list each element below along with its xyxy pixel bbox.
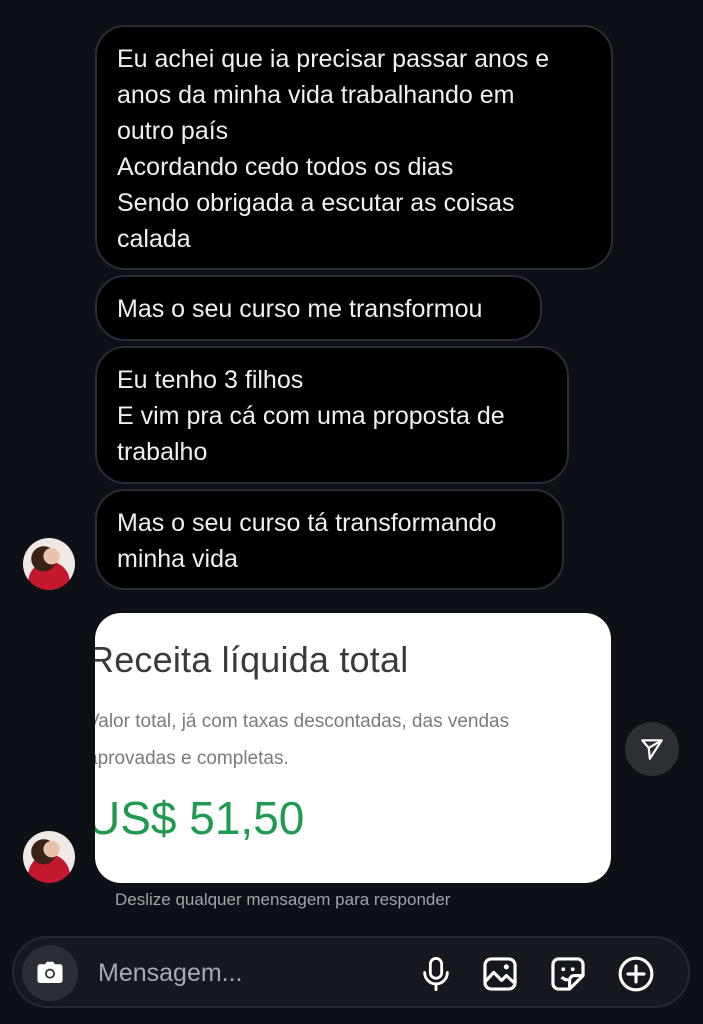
image-value: US$ 51,50 xyxy=(95,792,305,844)
avatar[interactable] xyxy=(23,831,75,883)
plus-circle-icon xyxy=(618,956,654,992)
message-text: calada xyxy=(117,225,191,253)
message-text: Mas o seu curso tá transformando xyxy=(117,509,497,537)
share-button[interactable] xyxy=(625,722,679,776)
message-bubble[interactable]: Eu tenho 3 filhos E vim pra cá com uma p… xyxy=(95,346,569,484)
message-text: Eu achei que ia precisar passar anos e xyxy=(117,45,550,73)
message-text: outro país xyxy=(117,117,229,145)
message-bubble[interactable]: Eu achei que ia precisar passar anos e a… xyxy=(95,25,613,270)
message-text: Eu tenho 3 filhos xyxy=(117,366,304,394)
gallery-icon xyxy=(483,957,517,991)
message-text: Mas o seu curso me transformou xyxy=(117,295,483,323)
camera-button[interactable] xyxy=(22,945,78,1001)
message-text: minha vida xyxy=(117,545,238,573)
sticker-button[interactable] xyxy=(548,954,588,994)
message-composer xyxy=(12,936,690,1008)
camera-icon xyxy=(37,961,63,983)
microphone-icon xyxy=(423,957,449,991)
message-bubble[interactable]: Mas o seu curso me transformou xyxy=(95,275,542,341)
message-text: Acordando cedo todos os dias xyxy=(117,153,454,181)
microphone-button[interactable] xyxy=(416,954,456,994)
gallery-button[interactable] xyxy=(480,954,520,994)
shared-image-message[interactable]: Receita líquida total Valor total, já co… xyxy=(95,613,611,883)
message-bubble[interactable]: Mas o seu curso tá transformando minha v… xyxy=(95,489,564,590)
message-text: anos da minha vida trabalhando em xyxy=(117,81,515,109)
add-button[interactable] xyxy=(616,954,656,994)
message-text: E vim pra cá com uma proposta de xyxy=(117,402,505,430)
message-text: Sendo obrigada a escutar as coisas xyxy=(117,189,515,217)
reply-hint: Deslize qualquer mensagem para responder xyxy=(115,890,451,909)
image-description: Valor total, já com taxas descontadas, d… xyxy=(95,703,509,777)
image-description-line: Valor total, já com taxas descontadas, d… xyxy=(95,711,510,732)
image-title: Receita líquida total xyxy=(95,639,409,680)
avatar[interactable] xyxy=(23,538,75,590)
message-text: trabalho xyxy=(117,438,208,466)
message-input[interactable] xyxy=(96,954,400,992)
sticker-icon xyxy=(551,957,585,991)
image-description-line: aprovadas e completas. xyxy=(95,748,289,769)
send-icon xyxy=(641,739,663,760)
